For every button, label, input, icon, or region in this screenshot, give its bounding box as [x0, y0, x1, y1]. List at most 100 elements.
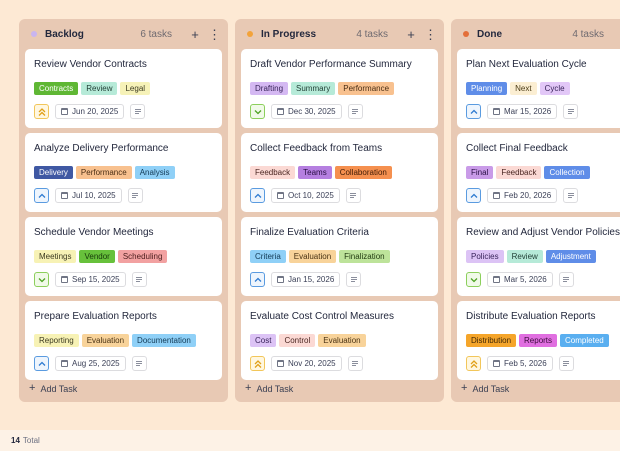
- description-icon[interactable]: [131, 272, 147, 287]
- calendar-icon: [277, 360, 284, 367]
- task-card[interactable]: Distribute Evaluation Reports Distributi…: [457, 301, 620, 380]
- tag: Review: [506, 250, 543, 263]
- due-date[interactable]: Dec 30, 2025: [271, 104, 342, 119]
- due-date-text: Sep 15, 2025: [72, 275, 120, 284]
- add-task-button[interactable]: + Add Task: [245, 383, 293, 394]
- add-task-button[interactable]: + Add Task: [29, 383, 77, 394]
- task-count: 4 tasks: [572, 28, 604, 40]
- description-icon[interactable]: [346, 272, 362, 287]
- task-title: Collect Feedback from Teams: [250, 143, 383, 154]
- task-card[interactable]: Draft Vendor Performance Summary Draftin…: [241, 49, 438, 128]
- calendar-icon: [61, 192, 68, 199]
- card-list: Draft Vendor Performance Summary Draftin…: [241, 49, 438, 392]
- tag: Criteria: [250, 250, 286, 263]
- tag: Cost: [250, 334, 277, 347]
- tag-list: Final Feedback Collection: [466, 166, 620, 179]
- tag: Planning: [466, 82, 508, 95]
- due-date[interactable]: Jun 20, 2025: [55, 104, 125, 119]
- description-icon[interactable]: [130, 104, 146, 119]
- task-meta: Oct 10, 2025: [250, 188, 429, 203]
- priority-high-icon[interactable]: [250, 356, 265, 371]
- description-icon[interactable]: [347, 104, 363, 119]
- tag: Reports: [519, 334, 558, 347]
- task-card[interactable]: Plan Next Evaluation Cycle Planning Next C…: [457, 49, 620, 128]
- total-count: 14: [11, 436, 20, 445]
- task-card[interactable]: Analyze Delivery Performance Delivery Per…: [25, 133, 222, 212]
- priority-medium-icon[interactable]: [466, 104, 481, 119]
- task-card[interactable]: Schedule Vendor Meetings Meetings Vendor S…: [25, 217, 222, 296]
- task-card[interactable]: Evaluate Cost Control Measures Cost Contr…: [241, 301, 438, 380]
- description-icon[interactable]: [131, 356, 147, 371]
- tag-list: Distribution Reports Completed: [466, 334, 620, 347]
- priority-low-icon[interactable]: [466, 272, 481, 287]
- due-date[interactable]: Aug 25, 2025: [55, 356, 126, 371]
- task-card[interactable]: Prepare Evaluation Reports Reporting Eval…: [25, 301, 222, 380]
- priority-medium-icon[interactable]: [466, 188, 481, 203]
- description-icon[interactable]: [345, 188, 361, 203]
- task-card[interactable]: Review and Adjust Vendor Policies Polici…: [457, 217, 620, 296]
- tag: Evaluation: [288, 250, 337, 263]
- task-meta: Mar 15, 2026: [466, 104, 620, 119]
- task-meta: Feb 20, 2026: [466, 188, 620, 203]
- priority-low-icon[interactable]: [34, 272, 49, 287]
- task-card[interactable]: Review Vendor Contracts Contracts Review L…: [25, 49, 222, 128]
- more-icon[interactable]: ⋮: [208, 28, 221, 41]
- priority-low-icon[interactable]: [250, 104, 265, 119]
- add-task-button[interactable]: + Add Task: [461, 383, 509, 394]
- due-date[interactable]: Feb 20, 2026: [487, 188, 558, 203]
- task-meta: Aug 25, 2025: [34, 356, 213, 371]
- tag: Reporting: [34, 334, 79, 347]
- tag: Performance: [338, 82, 395, 95]
- calendar-icon: [277, 192, 284, 199]
- priority-medium-icon[interactable]: [250, 272, 265, 287]
- due-date[interactable]: Jan 15, 2026: [271, 272, 341, 287]
- tag-list: Drafting Summary Performance: [250, 82, 429, 95]
- calendar-icon: [61, 108, 68, 115]
- due-date[interactable]: Jul 10, 2025: [55, 188, 122, 203]
- tag: Summary: [291, 82, 336, 95]
- tag: Teams: [298, 166, 332, 179]
- calendar-icon: [493, 108, 500, 115]
- priority-high-icon[interactable]: [466, 356, 481, 371]
- task-card[interactable]: Collect Feedback from Teams Feedback Team…: [241, 133, 438, 212]
- task-title: Draft Vendor Performance Summary: [250, 59, 412, 70]
- status-dot: [247, 31, 253, 37]
- due-date-text: Jul 10, 2025: [72, 191, 116, 200]
- calendar-icon: [61, 276, 68, 283]
- task-card[interactable]: Finalize Evaluation Criteria Criteria Eva…: [241, 217, 438, 296]
- column-header: Done 4 tasks + ⋮: [451, 19, 620, 49]
- task-meta: Jun 20, 2025: [34, 104, 213, 119]
- add-icon[interactable]: +: [190, 28, 200, 41]
- priority-medium-icon[interactable]: [34, 356, 49, 371]
- tag-list: Feedback Teams Collaboration: [250, 166, 429, 179]
- column-header: In Progress 4 tasks + ⋮: [235, 19, 444, 49]
- description-icon[interactable]: [347, 356, 363, 371]
- description-icon[interactable]: [558, 356, 574, 371]
- due-date[interactable]: Mar 15, 2026: [487, 104, 558, 119]
- status-dot: [463, 31, 469, 37]
- task-title: Prepare Evaluation Reports: [34, 311, 157, 322]
- due-date[interactable]: Nov 20, 2025: [271, 356, 342, 371]
- add-task-label: Add Task: [472, 383, 510, 394]
- due-date[interactable]: Feb 5, 2026: [487, 356, 553, 371]
- description-icon[interactable]: [563, 104, 579, 119]
- priority-medium-icon[interactable]: [34, 188, 49, 203]
- description-icon[interactable]: [563, 188, 579, 203]
- description-icon[interactable]: [558, 272, 574, 287]
- task-title: Analyze Delivery Performance: [34, 143, 169, 154]
- task-card[interactable]: Collect Final Feedback Final Feedback Coll…: [457, 133, 620, 212]
- tag-list: Cost Control Evaluation: [250, 334, 429, 347]
- description-icon[interactable]: [127, 188, 143, 203]
- priority-high-icon[interactable]: [34, 104, 49, 119]
- tag: Final: [466, 166, 494, 179]
- due-date[interactable]: Mar 5, 2026: [487, 272, 553, 287]
- more-icon[interactable]: ⋮: [424, 28, 437, 41]
- add-icon[interactable]: +: [406, 28, 416, 41]
- tag: Cycle: [539, 82, 570, 95]
- priority-medium-icon[interactable]: [250, 188, 265, 203]
- due-date[interactable]: Sep 15, 2025: [55, 272, 126, 287]
- task-meta: Sep 15, 2025: [34, 272, 213, 287]
- due-date[interactable]: Oct 10, 2025: [271, 188, 340, 203]
- tag: Documentation: [132, 334, 196, 347]
- tag: Distribution: [466, 334, 517, 347]
